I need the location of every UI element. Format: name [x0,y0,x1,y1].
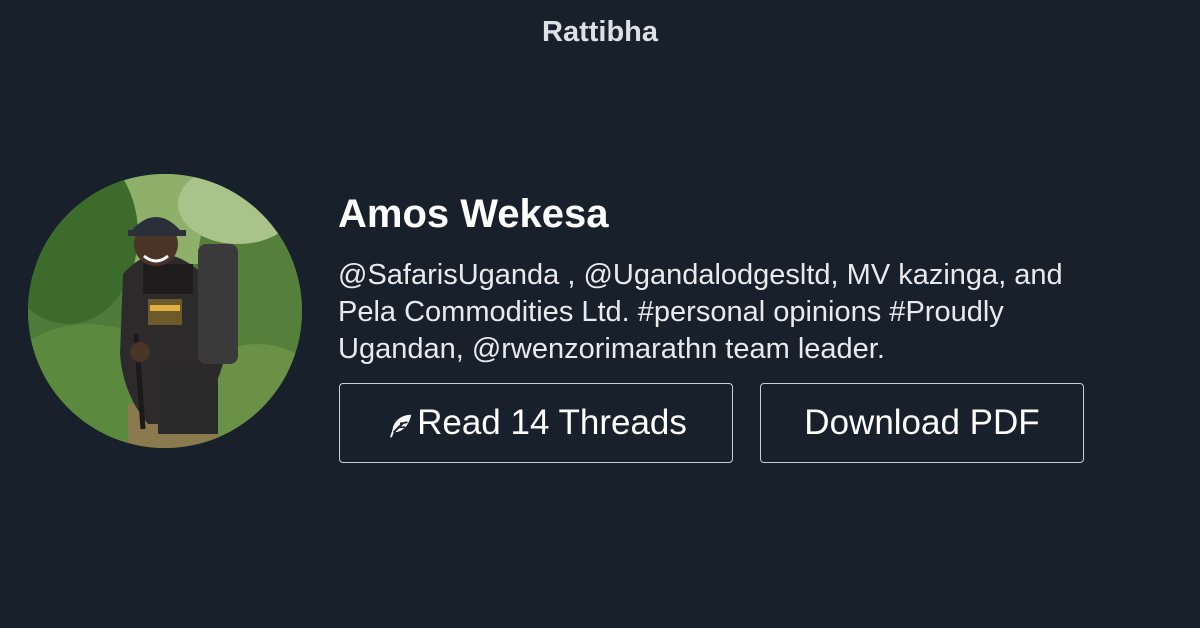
avatar-photo [28,174,302,448]
download-pdf-label: Download PDF [804,403,1040,442]
read-threads-label: Read 14 Threads [417,403,687,442]
profile-bio: @SafarisUganda , @Ugandalodgesltd, MV ka… [338,257,1168,368]
feather-icon [390,414,412,438]
profile-name: Amos Wekesa [338,192,609,236]
bio-line: @SafarisUganda , @Ugandalodgesltd, MV ka… [338,259,1063,291]
bio-line: Pela Commodities Ltd. #personal opinions… [338,296,1004,328]
site-brand[interactable]: Rattibha [0,16,1200,49]
download-pdf-button[interactable]: Download PDF [760,383,1084,463]
read-threads-button[interactable]: Read 14 Threads [339,383,733,463]
bio-line: Ugandan, @rwenzorimarathn team leader. [338,333,885,365]
profile-avatar [28,174,302,448]
